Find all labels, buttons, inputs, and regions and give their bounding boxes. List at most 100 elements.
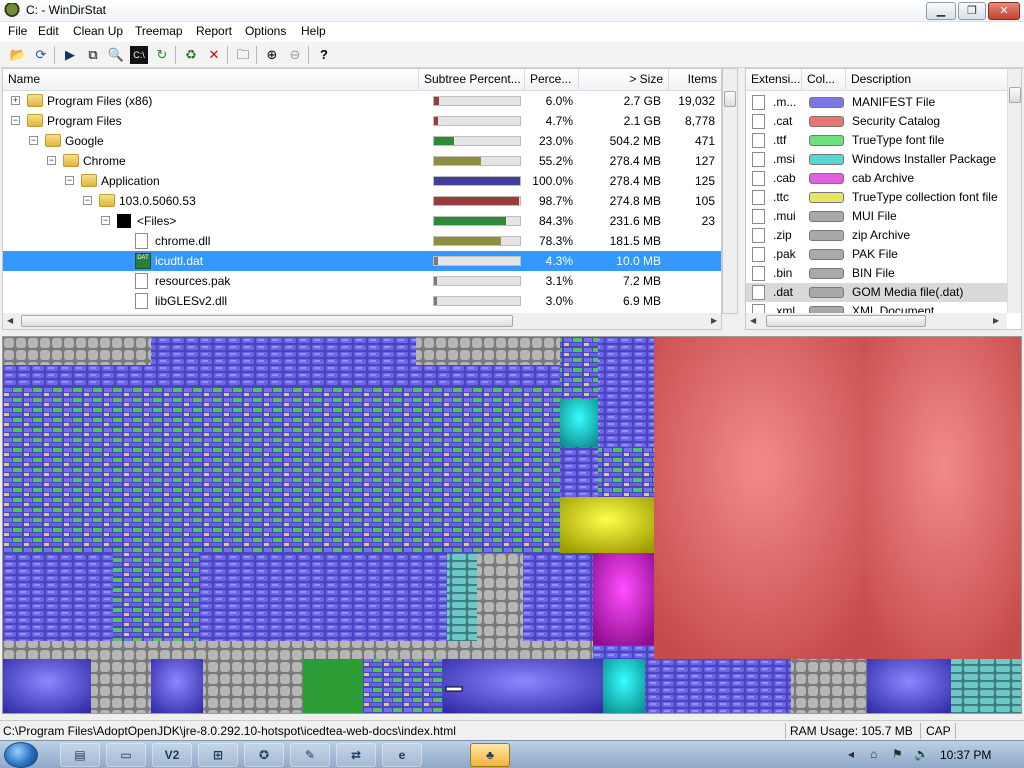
extension-list[interactable]: Extensi... Col... Description .m... MANIF…: [745, 68, 1022, 330]
expander-icon[interactable]: −: [65, 176, 74, 185]
menu-file[interactable]: File: [8, 24, 27, 38]
extension-vscroll-thumb[interactable]: [1009, 87, 1021, 103]
directory-horizontal-scrollbar[interactable]: ◀ ▶: [3, 313, 721, 329]
extension-horizontal-scrollbar[interactable]: ◀ ▶: [746, 313, 1007, 329]
directory-vscroll-track[interactable]: [722, 68, 738, 314]
directory-row[interactable]: − Chrome 55.2% 278.4 MB 127: [3, 151, 721, 171]
cmd-icon[interactable]: C:\: [130, 46, 148, 64]
recycle-icon[interactable]: ♻: [182, 46, 200, 64]
directory-row[interactable]: chrome.dll 78.3% 181.5 MB: [3, 231, 721, 251]
expander-icon[interactable]: −: [29, 136, 38, 145]
toolbar-separator: [308, 46, 309, 64]
extension-row[interactable]: .bin BIN File: [746, 264, 1021, 283]
extension-row[interactable]: .msi Windows Installer Package: [746, 150, 1021, 169]
extension-row[interactable]: .pak PAK File: [746, 245, 1021, 264]
scroll-left-icon[interactable]: ◀: [750, 316, 756, 325]
help-icon[interactable]: ?: [315, 46, 333, 64]
minimize-button[interactable]: ▁: [926, 2, 956, 20]
treemap[interactable]: [2, 336, 1022, 714]
folder-icon[interactable]: 🗀: [234, 46, 252, 64]
zoom-out-icon[interactable]: ⊖: [286, 46, 304, 64]
zoom-in-icon[interactable]: ⊕: [263, 46, 281, 64]
taskbar-pen-button[interactable]: ✎: [290, 743, 330, 767]
refresh-icon[interactable]: ⟳: [32, 46, 50, 64]
menu-treemap[interactable]: Treemap: [135, 24, 183, 38]
tray-flag-icon[interactable]: ⚑: [892, 747, 903, 761]
directory-list[interactable]: Name Subtree Percent... Perce... > Size …: [2, 68, 722, 330]
extension-scroll-thumb[interactable]: [766, 315, 926, 327]
column-header-size[interactable]: > Size: [579, 69, 669, 91]
extension-row[interactable]: .cat Security Catalog: [746, 112, 1021, 131]
directory-vscroll-thumb[interactable]: [724, 91, 736, 107]
directory-row[interactable]: DAT icudtl.dat 4.3% 10.0 MB: [3, 251, 721, 271]
taskbar-windows-button[interactable]: ⊞: [198, 743, 238, 767]
tray-network-icon[interactable]: ⌂: [870, 747, 877, 761]
file-type-icon: [752, 228, 765, 243]
directory-row[interactable]: + Program Files (x86) 6.0% 2.7 GB 19,032: [3, 91, 721, 111]
taskbar-windirstat-button[interactable]: ♣: [470, 743, 510, 767]
extension-row[interactable]: .dat GOM Media file(.dat): [746, 283, 1021, 302]
taskbar-edge-button[interactable]: e: [382, 743, 422, 767]
directory-row[interactable]: − Application 100.0% 278.4 MB 125: [3, 171, 721, 191]
directory-row[interactable]: − Program Files 4.7% 2.1 GB 8,778: [3, 111, 721, 131]
extension-row[interactable]: .m... MANIFEST File: [746, 93, 1021, 112]
copy-icon[interactable]: ⧉: [84, 46, 102, 64]
extension-row[interactable]: .mui MUI File: [746, 207, 1021, 226]
directory-row[interactable]: − 103.0.5060.53 98.7% 274.8 MB 105: [3, 191, 721, 211]
column-header-color[interactable]: Col...: [802, 69, 846, 91]
menu-edit[interactable]: Edit: [38, 24, 59, 38]
start-button[interactable]: [4, 742, 38, 768]
maximize-button[interactable]: ❐: [958, 2, 986, 20]
directory-row[interactable]: libGLESv2.dll 3.0% 6.9 MB: [3, 291, 721, 311]
scroll-right-icon[interactable]: ▶: [711, 316, 717, 325]
refresh-selected-icon[interactable]: ↻: [153, 46, 171, 64]
toolbar-separator: [256, 46, 257, 64]
explorer-icon[interactable]: 🔍: [107, 46, 125, 64]
column-header-name[interactable]: Name: [3, 69, 419, 91]
directory-row[interactable]: resources.pak 3.1% 7.2 MB: [3, 271, 721, 291]
expander-icon[interactable]: −: [47, 156, 56, 165]
extension-vertical-scrollbar[interactable]: [1007, 69, 1021, 313]
close-button[interactable]: ✕: [988, 2, 1020, 20]
directory-row[interactable]: − <Files> 84.3% 231.6 MB 23: [3, 211, 721, 231]
extension-name: .ttc: [773, 190, 790, 204]
column-header-percent[interactable]: Perce...: [525, 69, 579, 91]
extension-row[interactable]: .cab cab Archive: [746, 169, 1021, 188]
directory-row[interactable]: − Google 23.0% 504.2 MB 471: [3, 131, 721, 151]
directory-scroll-thumb[interactable]: [21, 315, 513, 327]
tray-expand-icon[interactable]: ◂: [848, 747, 854, 761]
files-group-icon: [117, 214, 131, 228]
column-header-items[interactable]: Items: [669, 69, 721, 91]
menu-clean-up[interactable]: Clean Up: [73, 24, 123, 38]
extension-color-swatch: [809, 211, 844, 222]
taskbar-virtualbox-button[interactable]: V2: [152, 743, 192, 767]
taskbar-network-button[interactable]: ⇄: [336, 743, 376, 767]
taskbar-folder-button[interactable]: ▭: [106, 743, 146, 767]
play-icon[interactable]: ▶: [61, 46, 79, 64]
column-header-description[interactable]: Description: [846, 69, 1010, 91]
menu-report[interactable]: Report: [196, 24, 232, 38]
tray-volume-icon[interactable]: 🔊: [914, 747, 929, 761]
expander-icon[interactable]: −: [101, 216, 110, 225]
expander-icon[interactable]: −: [11, 116, 20, 125]
scroll-right-icon[interactable]: ▶: [993, 316, 999, 325]
scroll-left-icon[interactable]: ◀: [7, 316, 13, 325]
extension-row[interactable]: .zip zip Archive: [746, 226, 1021, 245]
column-header-subtree-percent[interactable]: Subtree Percent...: [419, 69, 525, 91]
extension-description: Security Catalog: [852, 114, 941, 128]
expander-icon[interactable]: −: [83, 196, 92, 205]
extension-row[interactable]: .ttf TrueType font file: [746, 131, 1021, 150]
row-percent: 4.3%: [545, 254, 573, 268]
taskbar-explorer-button[interactable]: ▤: [60, 743, 100, 767]
expander-icon[interactable]: +: [11, 96, 20, 105]
row-size: 2.1 GB: [623, 114, 661, 128]
taskbar-firefox-button[interactable]: ✪: [244, 743, 284, 767]
taskbar-clock[interactable]: 10:37 PM: [940, 748, 991, 762]
column-header-extension[interactable]: Extensi...: [746, 69, 802, 91]
open-icon[interactable]: 📂: [9, 46, 27, 64]
extension-description: TrueType collection font file: [852, 190, 998, 204]
menu-help[interactable]: Help: [301, 24, 326, 38]
delete-icon[interactable]: ✕: [205, 46, 223, 64]
menu-options[interactable]: Options: [245, 24, 286, 38]
extension-row[interactable]: .ttc TrueType collection font file: [746, 188, 1021, 207]
